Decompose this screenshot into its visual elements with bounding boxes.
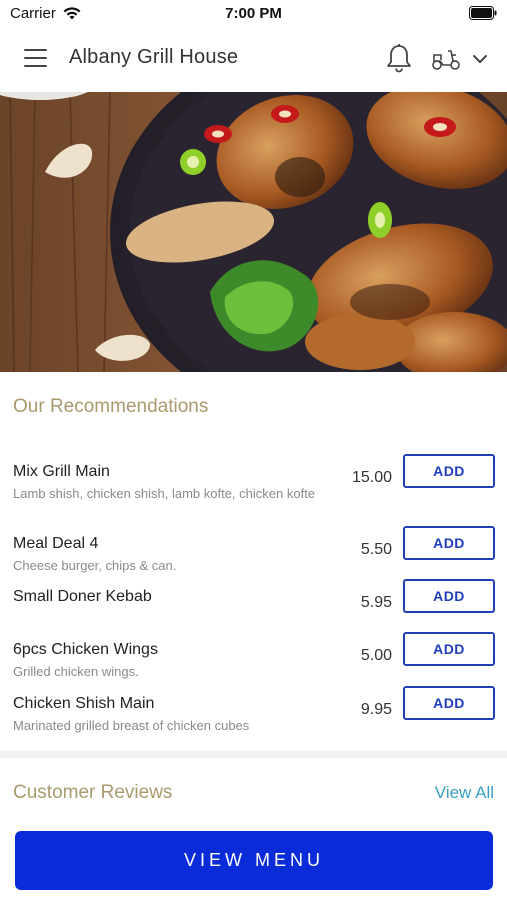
- add-button[interactable]: ADD: [403, 454, 495, 488]
- chevron-down-icon[interactable]: [472, 53, 488, 65]
- bell-icon[interactable]: [385, 43, 413, 73]
- item-price: 15.00: [351, 469, 392, 486]
- item-name: Meal Deal 4: [13, 535, 99, 552]
- delivery-scooter-icon[interactable]: [430, 47, 462, 71]
- hero-image: [0, 92, 507, 372]
- status-bar: Carrier 7:00 PM: [0, 0, 507, 26]
- item-price: 5.95: [360, 594, 392, 611]
- clock-time: 7:00 PM: [225, 5, 282, 22]
- add-button[interactable]: ADD: [403, 632, 495, 666]
- add-button[interactable]: ADD: [403, 579, 495, 613]
- item-description: Lamb shish, chicken shish, lamb kofte, c…: [13, 486, 316, 501]
- view-menu-button[interactable]: VIEW MENU: [15, 831, 493, 890]
- item-price: 9.95: [360, 701, 392, 718]
- restaurant-title: Albany Grill House: [69, 46, 239, 68]
- section-divider: [0, 751, 507, 758]
- grilled-chicken-wings-image: [0, 92, 507, 372]
- hamburger-menu-icon[interactable]: [24, 49, 47, 67]
- add-button[interactable]: ADD: [403, 686, 495, 720]
- item-description: Marinated grilled breast of chicken cube…: [13, 718, 250, 733]
- item-price: 5.50: [360, 541, 392, 558]
- battery-icon: [469, 6, 497, 20]
- item-description: Grilled chicken wings.: [13, 664, 139, 679]
- app-header: Albany Grill House: [0, 26, 507, 92]
- add-button[interactable]: ADD: [403, 526, 495, 560]
- item-price: 5.00: [360, 647, 392, 664]
- reviews-title: Customer Reviews: [13, 782, 173, 803]
- item-description: Cheese burger, chips & can.: [13, 558, 177, 573]
- item-name: 6pcs Chicken Wings: [13, 641, 158, 658]
- item-name: Small Doner Kebab: [13, 588, 152, 605]
- view-all-reviews-link[interactable]: View All: [435, 783, 494, 803]
- item-name: Mix Grill Main: [13, 463, 110, 480]
- item-name: Chicken Shish Main: [13, 695, 155, 712]
- recommendations-title: Our Recommendations: [13, 396, 209, 417]
